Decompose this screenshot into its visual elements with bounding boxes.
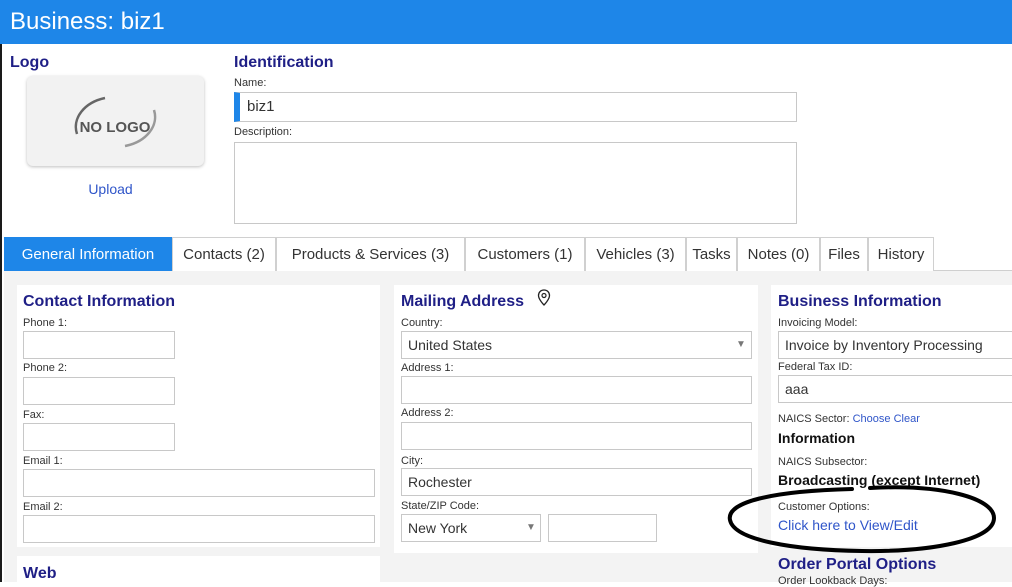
- clear-link[interactable]: Clear: [894, 413, 920, 425]
- address1-label: Address 1:: [401, 362, 454, 374]
- email1-input[interactable]: [23, 469, 375, 497]
- logo-heading: Logo: [10, 54, 50, 71]
- tab-vehicles[interactable]: Vehicles (3): [585, 237, 686, 271]
- country-select-value: United States: [408, 337, 493, 353]
- no-logo-text: NO LOGO: [80, 119, 151, 136]
- country-select[interactable]: United States: [401, 331, 752, 359]
- contact-information-panel: [17, 285, 380, 547]
- page-title: Business: biz1: [0, 0, 1012, 44]
- invoicing-model-label: Invoicing Model:: [778, 317, 858, 329]
- fax-label: Fax:: [23, 409, 45, 421]
- annotation-ellipse: [727, 485, 997, 554]
- city-label: City:: [401, 455, 423, 467]
- address2-label: Address 2:: [401, 407, 454, 419]
- naics-sector-row: NAICS Sector: Choose Clear: [778, 413, 920, 425]
- tab-contacts[interactable]: Contacts (2): [172, 237, 276, 271]
- federal-tax-id-input[interactable]: aaa: [778, 375, 1012, 403]
- naics-subsector-label: NAICS Subsector:: [778, 456, 868, 468]
- no-logo-icon: NO LOGO: [74, 96, 157, 148]
- tab-general-information[interactable]: General Information: [4, 237, 172, 271]
- tab-customers[interactable]: Customers (1): [465, 237, 585, 271]
- state-select[interactable]: New York: [401, 514, 541, 542]
- tab-history[interactable]: History: [868, 237, 934, 271]
- state-select-value: New York: [408, 520, 468, 536]
- tab-files[interactable]: Files: [820, 237, 868, 271]
- contact-information-heading: Contact Information: [23, 293, 175, 310]
- mailing-address-panel: [394, 285, 758, 553]
- choose-link[interactable]: Choose: [853, 413, 891, 425]
- naics-sector-label: NAICS Sector:: [778, 413, 850, 425]
- country-label: Country:: [401, 317, 443, 329]
- window-border: [0, 44, 2, 582]
- identification-heading: Identification: [234, 54, 334, 71]
- order-lookback-days-label: Order Lookback Days:: [778, 575, 888, 587]
- name-input[interactable]: biz1: [234, 92, 797, 122]
- zip-input[interactable]: [548, 514, 657, 542]
- email1-label: Email 1:: [23, 455, 63, 467]
- web-heading: Web: [23, 565, 57, 582]
- name-label: Name:: [234, 77, 267, 89]
- naics-sector-value: Information: [778, 430, 855, 446]
- mailing-address-heading: Mailing Address: [401, 293, 524, 310]
- map-pin-icon[interactable]: [537, 289, 551, 307]
- tab-bar: General Information Contacts (2) Product…: [4, 237, 1012, 271]
- phone2-label: Phone 2:: [23, 362, 68, 374]
- tab-notes[interactable]: Notes (0): [737, 237, 820, 271]
- description-input[interactable]: [234, 142, 797, 224]
- tab-tasks[interactable]: Tasks: [686, 237, 737, 271]
- description-label: Description:: [234, 126, 293, 138]
- city-input[interactable]: Rochester: [401, 468, 752, 496]
- address1-input[interactable]: [401, 376, 752, 404]
- chevron-down-icon: ▼: [526, 522, 536, 533]
- business-information-heading: Business Information: [778, 293, 942, 310]
- chevron-down-icon: ▼: [736, 339, 746, 350]
- phone2-input[interactable]: [23, 377, 175, 405]
- phone1-label: Phone 1:: [23, 317, 68, 329]
- upload-link[interactable]: Upload: [27, 181, 194, 197]
- address2-input[interactable]: [401, 422, 752, 450]
- phone1-input[interactable]: [23, 331, 175, 359]
- email2-label: Email 2:: [23, 501, 63, 513]
- logo-placeholder: NO LOGO: [27, 76, 204, 166]
- email2-input[interactable]: [23, 515, 375, 543]
- state-zip-label: State/ZIP Code:: [401, 500, 480, 512]
- tab-products-services[interactable]: Products & Services (3): [276, 237, 465, 271]
- federal-tax-id-label: Federal Tax ID:: [778, 361, 853, 373]
- invoicing-model-select[interactable]: Invoice by Inventory Processing: [778, 331, 1012, 359]
- fax-input[interactable]: [23, 423, 175, 451]
